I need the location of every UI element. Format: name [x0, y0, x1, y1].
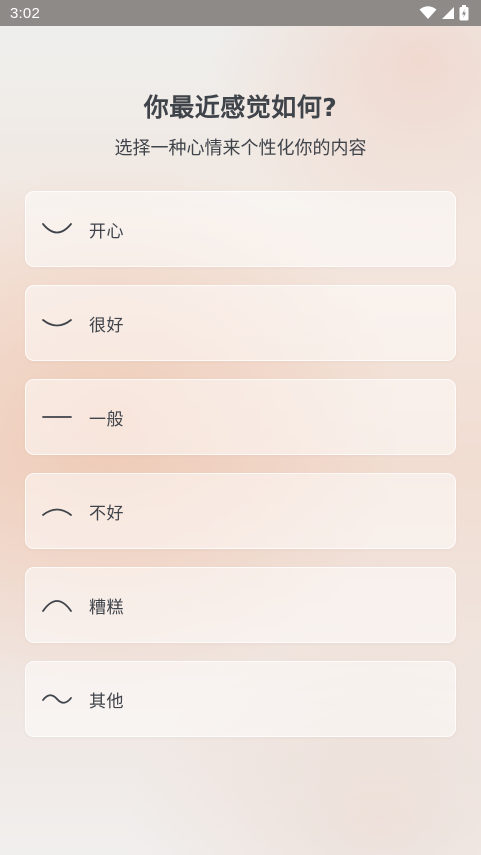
- wifi-icon: [419, 6, 437, 20]
- big-smile-curve-icon: [41, 219, 73, 239]
- mood-option-bad[interactable]: 不好: [25, 473, 456, 549]
- smile-curve-icon: [41, 313, 73, 333]
- battery-icon: [459, 5, 469, 21]
- page-title: 你最近感觉如何?: [143, 93, 338, 122]
- mood-option-terrible[interactable]: 糟糕: [25, 567, 456, 643]
- mood-option-label: 其他: [89, 691, 124, 712]
- mood-option-good[interactable]: 很好: [25, 285, 456, 361]
- mood-option-label: 一般: [89, 409, 124, 430]
- mood-option-other[interactable]: 其他: [25, 661, 456, 737]
- status-icons: [419, 5, 469, 21]
- mood-option-okay[interactable]: 一般: [25, 379, 456, 455]
- tilde-wave-icon: [41, 689, 73, 709]
- header: 你最近感觉如何? 选择一种心情来个性化你的内容: [0, 88, 481, 162]
- flat-line-icon: [41, 407, 73, 427]
- slight-frown-curve-icon: [41, 501, 73, 521]
- mood-options-list: 开心 很好 一般 不好 糟糕 其他: [25, 191, 456, 755]
- cellular-signal-icon: [441, 6, 455, 20]
- mood-option-label: 糟糕: [89, 597, 124, 618]
- mood-option-label: 开心: [89, 221, 124, 242]
- status-bar: 3:02: [0, 0, 481, 26]
- mood-option-happy[interactable]: 开心: [25, 191, 456, 267]
- mood-option-label: 不好: [89, 503, 124, 524]
- mood-option-label: 很好: [89, 315, 124, 336]
- frown-curve-icon: [41, 595, 73, 615]
- status-time: 3:02: [10, 4, 40, 22]
- page-subtitle: 选择一种心情来个性化你的内容: [114, 138, 367, 159]
